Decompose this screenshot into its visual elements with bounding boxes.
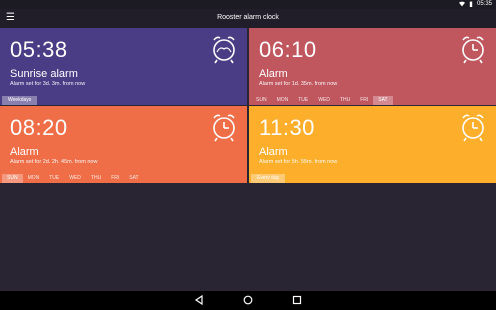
battery-icon <box>469 1 473 7</box>
alarm-card[interactable]: 11:30 Alarm Alarm set for 5h. 55m. from … <box>249 106 496 183</box>
alarm-card[interactable]: 08:20 Alarm Alarm set for 2d. 2h. 45m. f… <box>0 106 247 183</box>
recents-icon[interactable] <box>292 295 302 305</box>
day-sun[interactable]: SUN <box>251 96 272 105</box>
alarm-countdown: Alarm set for 2d. 2h. 45m. from now <box>10 159 98 165</box>
alarm-countdown: Alarm set for 5h. 55m. from now <box>259 159 338 165</box>
alarm-countdown: Alarm set for 3d. 3m. from now <box>10 81 86 87</box>
alarm-grid: 05:38 Sunrise alarm Alarm set for 3d. 3m… <box>0 28 496 183</box>
wifi-icon <box>458 1 465 7</box>
day-thu[interactable]: THU <box>335 96 355 105</box>
day-fri[interactable]: FRI <box>106 174 124 183</box>
home-icon[interactable] <box>243 295 253 305</box>
alarm-time: 08:20 <box>10 115 68 140</box>
alarm-name: Sunrise alarm <box>10 68 78 80</box>
day-mon[interactable]: MON <box>272 96 294 105</box>
alarm-name: Alarm <box>259 146 288 158</box>
alarm-name: Alarm <box>259 68 288 80</box>
repeat-chip[interactable]: Every day <box>251 174 286 183</box>
day-sat[interactable]: SAT <box>373 96 393 105</box>
day-fri[interactable]: FRI <box>355 96 373 105</box>
day-wed[interactable]: WED <box>64 174 86 183</box>
day-wed[interactable]: WED <box>313 96 335 105</box>
day-mon[interactable]: MON <box>23 174 45 183</box>
app-toolbar: ☰ Rooster alarm clock <box>0 9 496 28</box>
alarm-time: 11:30 <box>259 115 315 140</box>
app-title: Rooster alarm clock <box>217 14 279 21</box>
alarm-clock-icon[interactable] <box>458 112 488 142</box>
alarm-time: 05:38 <box>10 37 68 62</box>
status-bar: 05:35 <box>0 0 496 9</box>
alarm-clock-icon[interactable] <box>458 34 488 64</box>
back-icon[interactable] <box>194 295 204 305</box>
day-selector: SUN MON TUE WED THU FRI SAT <box>2 174 144 183</box>
alarm-time: 06:10 <box>259 37 317 62</box>
day-tue[interactable]: TUE <box>44 174 64 183</box>
repeat-chip[interactable]: Weekdays <box>2 96 38 105</box>
alarm-card[interactable]: 06:10 Alarm Alarm set for 1d. 35m. from … <box>249 28 496 105</box>
day-selector: SUN MON TUE WED THU FRI SAT <box>251 96 393 105</box>
alarm-name: Alarm <box>10 146 39 158</box>
day-sun[interactable]: SUN <box>2 174 23 183</box>
alarm-clock-icon[interactable] <box>209 112 239 142</box>
day-sat[interactable]: SAT <box>124 174 143 183</box>
sunrise-clock-icon[interactable] <box>209 34 239 64</box>
day-thu[interactable]: THU <box>86 174 106 183</box>
alarm-card[interactable]: 05:38 Sunrise alarm Alarm set for 3d. 3m… <box>0 28 247 105</box>
day-tue[interactable]: TUE <box>293 96 313 105</box>
status-time: 05:35 <box>476 1 492 7</box>
navigation-bar <box>0 291 496 310</box>
alarm-countdown: Alarm set for 1d. 35m. from now <box>259 81 338 87</box>
